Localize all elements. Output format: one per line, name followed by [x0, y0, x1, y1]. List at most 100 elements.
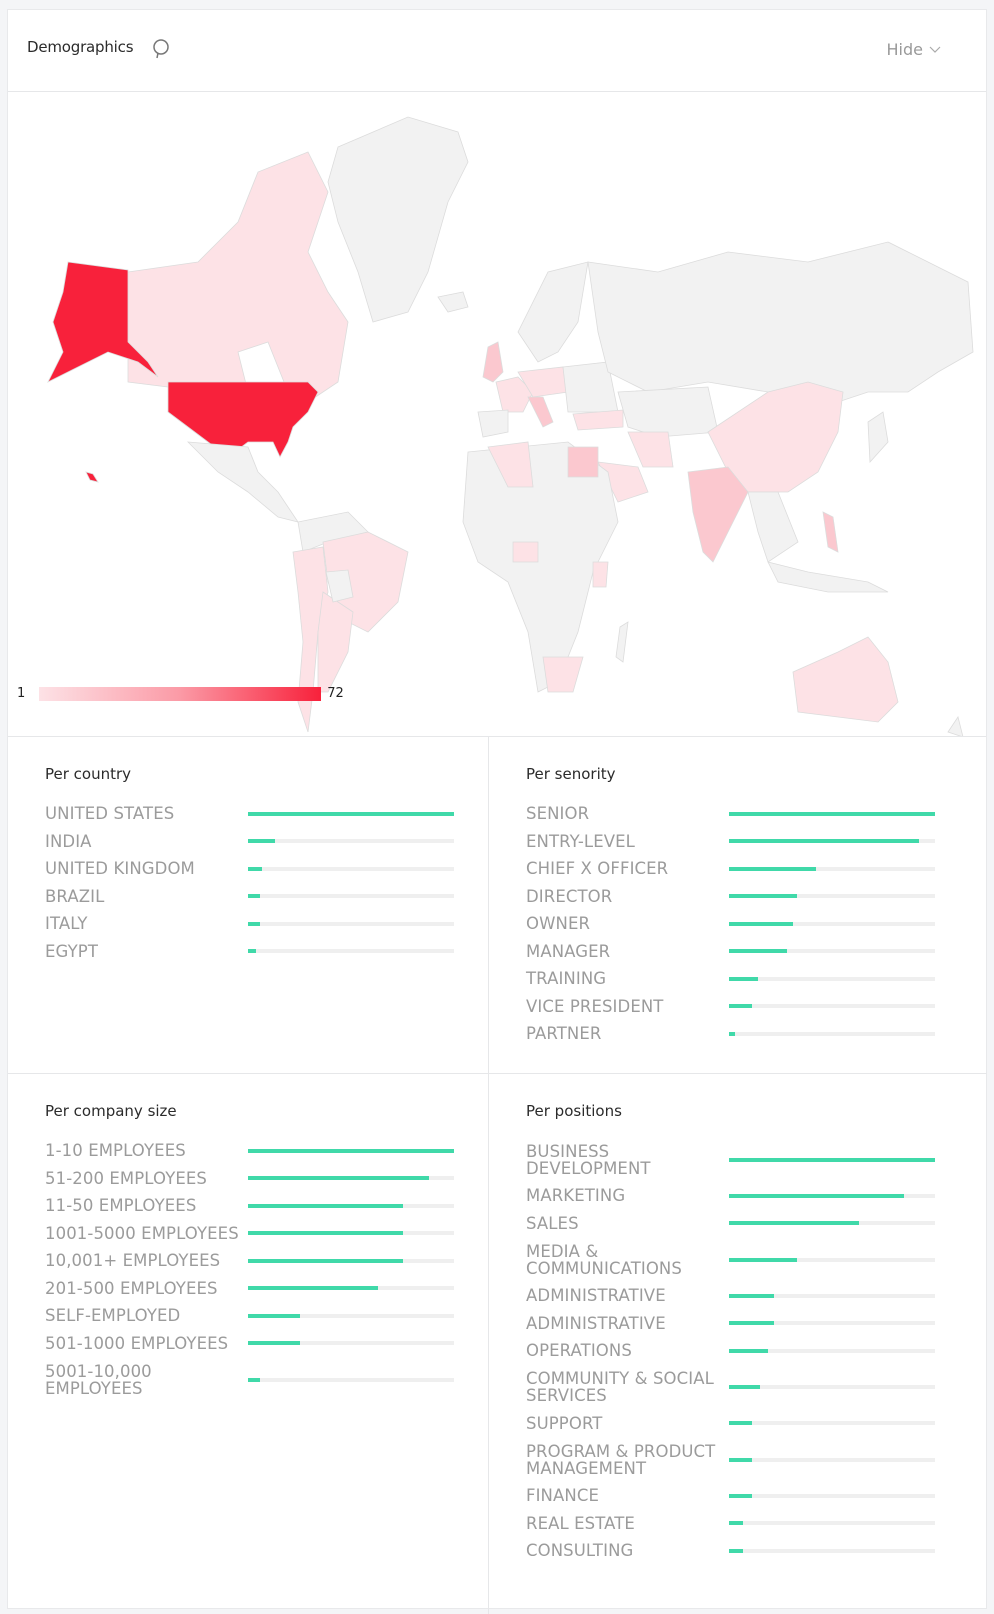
stat-label: MANAGER: [526, 941, 611, 961]
comment-icon[interactable]: [152, 39, 170, 59]
stat-bar-fill: [729, 1521, 744, 1526]
map-country-uk[interactable]: [482, 341, 504, 383]
map-country-southeast-asia[interactable]: [747, 491, 799, 563]
map-country-indonesia[interactable]: [767, 561, 889, 593]
stat-bar-track: [248, 949, 454, 954]
stat-bar-track: [729, 1004, 935, 1009]
stat-row: 201-500 EMPLOYEES: [45, 1275, 488, 1303]
map-country-south-africa[interactable]: [542, 656, 584, 693]
stat-bar-track: [729, 894, 935, 899]
stat-bar-fill: [729, 949, 787, 954]
stat-bar-fill: [729, 1457, 752, 1462]
map-country-madagascar[interactable]: [615, 621, 629, 663]
stat-bar-track: [729, 1031, 935, 1036]
stat-label: BUSINESS DEVELOPMENT: [526, 1141, 651, 1178]
stat-bar-fill: [729, 976, 758, 981]
stat-bar-track: [729, 1421, 935, 1426]
map-country-philippines[interactable]: [822, 511, 839, 553]
map-country-egypt[interactable]: [567, 446, 599, 478]
stat-bar-fill: [729, 1493, 752, 1498]
stat-row: TRAINING: [526, 965, 987, 993]
chevron-down-icon: [929, 46, 941, 53]
stat-label: 501-1000 EMPLOYEES: [45, 1333, 229, 1353]
stat-label: PARTNER: [526, 1024, 602, 1044]
stat-bar-fill: [248, 1148, 454, 1153]
stat-row: COMMUNITY & SOCIAL SERVICES: [526, 1365, 987, 1410]
map-country-spain[interactable]: [477, 409, 509, 438]
map-country-italy[interactable]: [527, 396, 554, 428]
legend-gradient: [39, 686, 322, 701]
stat-bar-track: [248, 866, 454, 871]
stat-bar-track: [729, 921, 935, 926]
per-country-panel: Per country UNITED STATES INDIA UNITED KIN…: [8, 737, 489, 1074]
stat-bar-fill: [248, 1377, 261, 1382]
per-company-size-panel: Per company size 1-10 EMPLOYEES 51-200 EM…: [8, 1074, 489, 1614]
map-country-usa-hawaii[interactable]: [85, 471, 99, 483]
map-country-russia[interactable]: [587, 241, 974, 403]
stat-row: SUPPORT: [526, 1410, 987, 1438]
map-country-iran[interactable]: [627, 431, 674, 468]
stat-bar-track: [729, 866, 935, 871]
stat-label: COMMUNITY & SOCIAL SERVICES: [526, 1369, 714, 1405]
stat-bar-track: [248, 1176, 454, 1181]
stat-bar-track: [729, 949, 935, 954]
legend-min: 1: [17, 686, 26, 701]
stat-bar-fill: [248, 1203, 403, 1208]
stat-bar-track: [248, 1377, 454, 1382]
map-country-australia[interactable]: [792, 636, 899, 723]
map-country-kazakhstan[interactable]: [617, 386, 719, 438]
map-country-turkey[interactable]: [572, 409, 624, 431]
stat-bar-fill: [729, 1193, 905, 1198]
stats-grid: Per country UNITED STATES INDIA UNITED KIN…: [8, 737, 987, 1614]
map-country-usa[interactable]: [167, 381, 319, 458]
stat-label: ITALY: [45, 914, 88, 934]
stat-row: CHIEF X OFFICER: [526, 855, 987, 883]
stat-bar-track: [248, 1203, 454, 1208]
stat-row: 1-10 EMPLOYEES: [45, 1137, 488, 1165]
map-country-nigeria[interactable]: [512, 541, 539, 563]
stat-row: 10,001+ EMPLOYEES: [45, 1247, 488, 1275]
stat-row: ENTRY-LEVEL: [526, 828, 987, 856]
stat-row: PARTNER: [526, 1020, 987, 1048]
stat-label: 201-500 EMPLOYEES: [45, 1278, 218, 1298]
stat-row: EGYPT: [45, 938, 488, 966]
stat-row: 11-50 EMPLOYEES: [45, 1192, 488, 1220]
stat-label: OPERATIONS: [526, 1341, 632, 1361]
stat-bar-track: [729, 839, 935, 844]
stat-bar-fill: [248, 839, 275, 844]
map-country-india[interactable]: [687, 466, 749, 563]
stat-row: CONSULTING: [526, 1537, 987, 1565]
stat-row: UNITED STATES: [45, 800, 488, 828]
stat-row: PROGRAM & PRODUCT MANAGEMENT: [526, 1437, 987, 1482]
hide-button[interactable]: Hide: [887, 40, 941, 59]
stat-bar-track: [729, 1521, 935, 1526]
stat-bar-fill: [729, 1348, 769, 1353]
stat-bar-track: [248, 1148, 454, 1153]
stat-bar-track: [248, 921, 454, 926]
map-country-japan[interactable]: [867, 411, 889, 463]
stat-label: ENTRY-LEVEL: [526, 831, 635, 851]
stat-row: 501-1000 EMPLOYEES: [45, 1330, 488, 1358]
map-country-canada[interactable]: [127, 151, 349, 413]
stat-row: SALES: [526, 1210, 987, 1238]
stat-bar-track: [729, 1457, 935, 1462]
stat-bar-fill: [729, 894, 797, 899]
stat-bar-track: [729, 1193, 935, 1198]
map-country-scandinavia[interactable]: [517, 261, 589, 363]
stat-bar-track: [248, 1258, 454, 1263]
stat-label: 11-50 EMPLOYEES: [45, 1196, 197, 1216]
stat-bar-track: [248, 894, 454, 899]
stat-label: PROGRAM & PRODUCT MANAGEMENT: [526, 1441, 716, 1478]
map-country-new-zealand[interactable]: [947, 716, 964, 737]
stat-bar-track: [729, 976, 935, 981]
stat-bar-track: [729, 811, 935, 816]
stat-bar-track: [729, 1385, 935, 1389]
map-country-kenya[interactable]: [592, 561, 609, 588]
legend-max: 72: [327, 686, 344, 701]
map-country-iceland[interactable]: [437, 291, 469, 313]
hide-label: Hide: [886, 40, 923, 59]
stat-bar-fill: [729, 1321, 775, 1326]
stat-row: FINANCE: [526, 1482, 987, 1510]
panel-title: Per positions: [526, 1102, 622, 1120]
map-country-greenland[interactable]: [327, 116, 469, 323]
